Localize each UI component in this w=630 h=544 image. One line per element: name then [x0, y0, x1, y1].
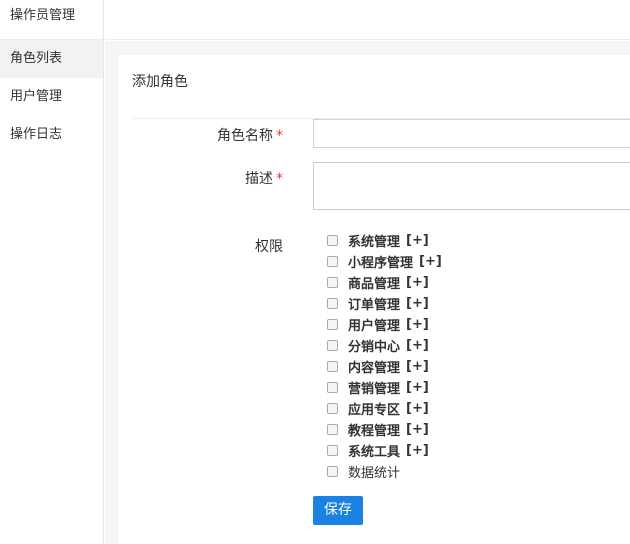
permission-label: 用户管理 — [348, 319, 401, 334]
permission-item: 订单管理 [+] — [327, 293, 442, 314]
permission-label: 系统工具 — [348, 445, 401, 460]
permissions-label: 权限 — [113, 236, 283, 256]
permission-item: 教程管理 [+] — [327, 419, 442, 440]
permission-checkbox[interactable] — [327, 424, 338, 435]
sidebar-title: 操作员管理 — [0, 0, 103, 40]
sidebar-item-user-management[interactable]: 用户管理 — [0, 78, 103, 116]
expand-toggle[interactable]: [+] — [406, 443, 429, 458]
permission-checkbox[interactable] — [327, 319, 338, 330]
permission-label: 营销管理 — [348, 382, 401, 397]
required-mark: * — [276, 128, 283, 144]
permission-item: 数据统计 — [327, 461, 442, 482]
role-name-label-text: 角色名称 — [217, 128, 273, 144]
required-mark: * — [276, 171, 283, 187]
permission-label: 商品管理 — [348, 277, 401, 292]
permission-checkbox[interactable] — [327, 382, 338, 393]
sidebar-item-operation-log[interactable]: 操作日志 — [0, 116, 103, 154]
expand-toggle[interactable]: [+] — [406, 317, 429, 332]
expand-toggle[interactable]: [+] — [406, 359, 429, 374]
permissions-label-text: 权限 — [255, 239, 283, 255]
permission-item: 系统管理 [+] — [327, 230, 442, 251]
expand-toggle[interactable]: [+] — [406, 275, 429, 290]
permission-item: 营销管理 [+] — [327, 377, 442, 398]
expand-toggle[interactable]: [+] — [419, 254, 442, 269]
description-label: 描述 * — [113, 168, 283, 188]
permission-label: 内容管理 — [348, 361, 401, 376]
permission-label: 应用专区 — [348, 403, 401, 418]
expand-toggle[interactable]: [+] — [406, 296, 429, 311]
permission-checkbox[interactable] — [327, 403, 338, 414]
expand-toggle[interactable]: [+] — [406, 422, 429, 437]
permission-item: 商品管理 [+] — [327, 272, 442, 293]
permission-label: 系统管理 — [348, 235, 401, 250]
sidebar-item-role-list[interactable]: 角色列表 — [0, 40, 103, 78]
panel-title: 添加角色 — [132, 74, 188, 90]
permission-label: 数据统计 — [348, 466, 401, 481]
permission-item: 小程序管理 [+] — [327, 251, 442, 272]
permission-item: 用户管理 [+] — [327, 314, 442, 335]
permission-item: 分销中心 [+] — [327, 335, 442, 356]
permission-item: 应用专区 [+] — [327, 398, 442, 419]
permission-checkbox[interactable] — [327, 340, 338, 351]
permission-item: 系统工具 [+] — [327, 440, 442, 461]
role-name-input[interactable] — [313, 119, 630, 148]
permission-checkbox[interactable] — [327, 277, 338, 288]
permission-label: 教程管理 — [348, 424, 401, 439]
expand-toggle[interactable]: [+] — [406, 338, 429, 353]
top-bar — [105, 0, 630, 40]
save-button[interactable]: 保存 — [313, 496, 363, 525]
description-textarea[interactable] — [313, 162, 630, 210]
permission-checkbox[interactable] — [327, 256, 338, 267]
description-label-text: 描述 — [245, 171, 273, 187]
permission-label: 订单管理 — [348, 298, 401, 313]
expand-toggle[interactable]: [+] — [406, 380, 429, 395]
permission-label: 小程序管理 — [348, 256, 414, 271]
permission-checkbox[interactable] — [327, 235, 338, 246]
permission-checkbox[interactable] — [327, 298, 338, 309]
expand-toggle[interactable]: [+] — [406, 401, 429, 416]
permission-checkbox[interactable] — [327, 445, 338, 456]
permission-checkbox[interactable] — [327, 361, 338, 372]
sidebar: 操作员管理 角色列表 用户管理 操作日志 — [0, 0, 104, 544]
permission-list: 系统管理 [+] 小程序管理 [+] 商品管理 [+] 订单管理 [+] 用户管… — [327, 230, 442, 482]
role-name-label: 角色名称 * — [113, 125, 283, 145]
permission-label: 分销中心 — [348, 340, 401, 355]
expand-toggle[interactable]: [+] — [406, 233, 429, 248]
permission-item: 内容管理 [+] — [327, 356, 442, 377]
permission-checkbox[interactable] — [327, 466, 338, 477]
